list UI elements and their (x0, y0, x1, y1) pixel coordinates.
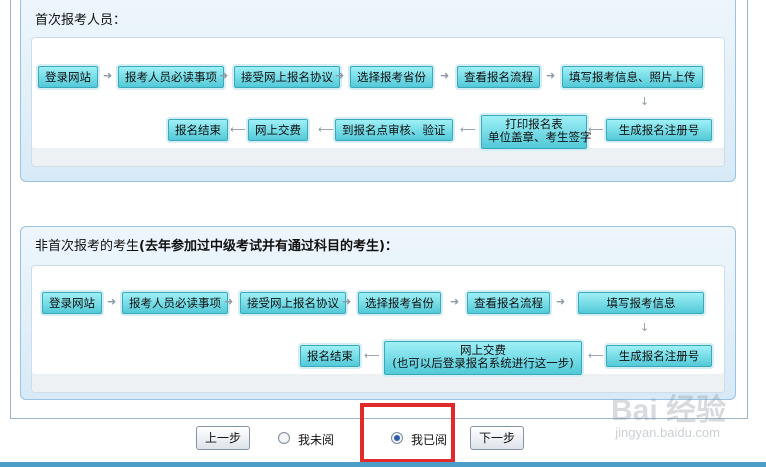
arrow-right-icon: ➜ (335, 69, 345, 82)
arrow-right-icon: ➜ (450, 295, 460, 308)
flow-returning (31, 265, 725, 393)
next-button[interactable]: 下一步 (470, 426, 525, 450)
step-generate-regno[interactable]: 生成报名注册号 (606, 119, 712, 141)
radio-not-read[interactable] (278, 432, 290, 444)
step-fill-info-2[interactable]: 填写报考信息 (578, 292, 704, 314)
prev-button[interactable]: 上一步 (196, 426, 251, 450)
step-online-pay-2-line2: (也可以后登录报名系统进行这一步) (392, 356, 574, 370)
step-finish-2[interactable]: 报名结束 (300, 345, 360, 367)
arrow-right-icon: ➜ (219, 69, 229, 82)
panel-first-time: 首次报考人员： (20, 0, 736, 182)
arrow-right-icon: ➜ (103, 69, 113, 82)
arrow-right-icon: ➜ (556, 295, 566, 308)
step-print-form-line2: 单位盖章、考生签字 (488, 130, 592, 144)
arrow-left-icon: ⟵ (588, 349, 604, 362)
panel-title-first-time: 首次报考人员： (35, 13, 127, 28)
panel-title-returning-normal: 非首次报考的考生 (35, 239, 140, 254)
step-fill-info-upload[interactable]: 填写报考信息、照片上传 (562, 66, 703, 88)
step-login[interactable]: 登录网站 (38, 66, 98, 88)
step-select-province-2[interactable]: 选择报考省份 (358, 292, 441, 314)
arrow-right-icon: ➜ (107, 295, 117, 308)
step-select-province[interactable]: 选择报考省份 (350, 66, 433, 88)
panel-title-returning: 非首次报考的考生(去年参加过中级考试并有通过科目的考生)： (35, 235, 398, 254)
step-online-pay-2[interactable]: 网上交费 (也可以后登录报名系统进行这一步) (384, 341, 582, 375)
step-view-process[interactable]: 查看报名流程 (457, 66, 540, 88)
arrow-left-icon: ⟵ (364, 349, 380, 362)
radio-not-read-label: 我未阅 (298, 433, 335, 447)
arrow-right-icon: ➜ (440, 69, 450, 82)
step-verify-site[interactable]: 到报名点审核、验证 (335, 119, 453, 141)
arrow-left-icon: ⟵ (230, 123, 246, 136)
step-accept-agreement[interactable]: 接受网上报名协议 (234, 66, 340, 88)
arrow-down-icon: ↓ (640, 95, 650, 108)
highlight-box (360, 403, 455, 463)
step-online-pay[interactable]: 网上交费 (248, 119, 308, 141)
arrow-left-icon: ⟵ (318, 123, 334, 136)
watermark-url: jingyan.baidu.com (615, 425, 720, 440)
step-finish[interactable]: 报名结束 (168, 119, 228, 141)
step-print-form-line1: 打印报名表 (505, 117, 563, 131)
arrow-down-icon: ↓ (640, 321, 650, 334)
step-read-notice-2[interactable]: 报考人员必读事项 (122, 292, 228, 314)
step-online-pay-2-line1: 网上交费 (460, 343, 506, 357)
step-read-notice[interactable]: 报考人员必读事项 (118, 66, 224, 88)
step-generate-regno-2[interactable]: 生成报名注册号 (606, 345, 712, 367)
panel-title-returning-bold: (去年参加过中级考试并有通过科目的考生)： (139, 239, 398, 254)
flow-first-time (31, 37, 725, 167)
step-view-process-2[interactable]: 查看报名流程 (467, 292, 550, 314)
arrow-right-icon: ➜ (546, 69, 556, 82)
bottom-bar (0, 462, 766, 467)
arrow-left-icon: ⟵ (460, 123, 476, 136)
step-accept-agreement-2[interactable]: 接受网上报名协议 (240, 292, 346, 314)
step-print-form[interactable]: 打印报名表 单位盖章、考生签字 (481, 115, 592, 149)
arrow-right-icon: ➜ (224, 295, 234, 308)
step-login-2[interactable]: 登录网站 (42, 292, 102, 314)
watermark-brand: Bai 经验 (610, 394, 726, 427)
arrow-right-icon: ➜ (342, 295, 352, 308)
